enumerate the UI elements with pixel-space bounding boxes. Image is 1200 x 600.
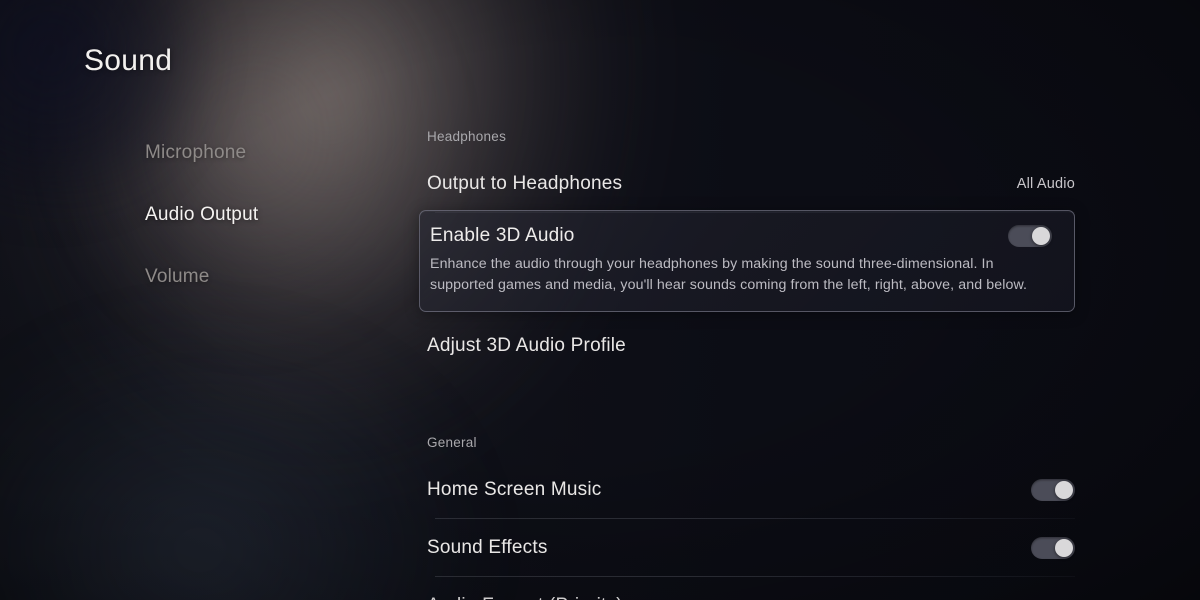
sidebar-item-label: Volume <box>145 266 210 287</box>
card-header: Enable 3D Audio <box>430 225 1052 247</box>
card-title-enable-3d-audio: Enable 3D Audio <box>430 225 575 246</box>
row-title: Adjust 3D Audio Profile <box>427 335 626 356</box>
toggle-knob <box>1055 481 1073 499</box>
row-title: Output to Headphones <box>427 173 623 194</box>
card-description-enable-3d-audio: Enhance the audio through your headphone… <box>430 256 1028 293</box>
page-title: Sound <box>84 44 173 77</box>
row-output-to-headphones[interactable]: Output to Headphones All Audio <box>427 155 1075 213</box>
row-home-screen-music[interactable]: Home Screen Music <box>427 461 1075 519</box>
toggle-sound-effects[interactable] <box>1031 537 1075 559</box>
settings-content-panel: Headphones Output to Headphones All Audi… <box>419 0 1075 600</box>
row-title: Audio Format (Priority) <box>427 595 623 600</box>
section-label-headphones: Headphones <box>427 129 507 144</box>
settings-sidebar: Microphone Audio Output Volume <box>145 122 395 308</box>
row-title: Sound Effects <box>427 537 548 558</box>
card-enable-3d-audio[interactable]: Enable 3D Audio Enhance the audio throug… <box>419 210 1075 313</box>
toggle-enable-3d-audio[interactable] <box>1008 225 1052 247</box>
row-title: Home Screen Music <box>427 479 602 500</box>
row-sound-effects[interactable]: Sound Effects <box>427 519 1075 577</box>
ps5-sound-settings-screen: Sound Microphone Audio Output Volume Hea… <box>0 0 1200 600</box>
sidebar-item-microphone[interactable]: Microphone <box>145 122 395 184</box>
toggle-home-screen-music[interactable] <box>1031 479 1075 501</box>
row-value-output-to-headphones: All Audio <box>1016 176 1075 192</box>
toggle-knob <box>1055 539 1073 557</box>
sidebar-item-label: Audio Output <box>145 204 259 225</box>
row-audio-format-priority[interactable]: Audio Format (Priority) <box>427 577 1075 600</box>
section-label-general: General <box>427 435 477 450</box>
row-adjust-3d-audio-profile[interactable]: Adjust 3D Audio Profile <box>427 317 1075 375</box>
toggle-knob <box>1032 227 1050 245</box>
sidebar-item-label: Microphone <box>145 142 247 163</box>
sidebar-item-volume[interactable]: Volume <box>145 246 395 308</box>
sidebar-item-audio-output[interactable]: Audio Output <box>145 184 395 246</box>
